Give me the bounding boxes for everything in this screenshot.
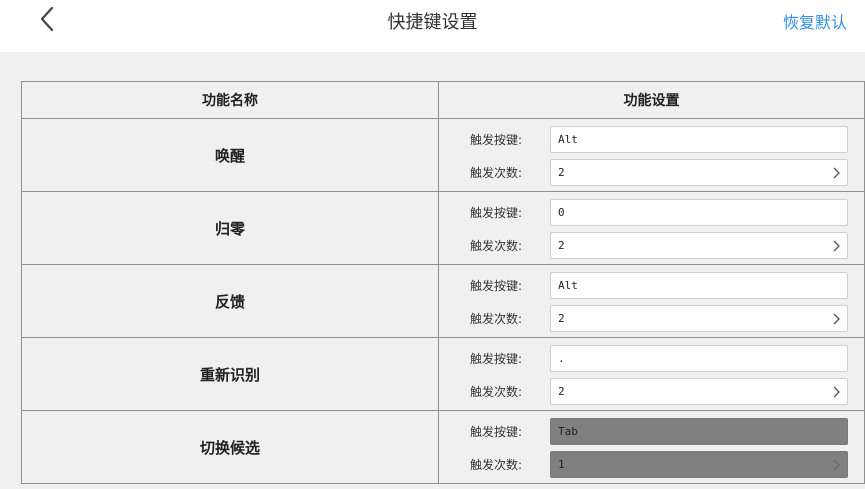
trigger-count-value: 2 — [558, 385, 565, 398]
function-settings: 触发按键: Tab 触发次数: 1 — [438, 410, 865, 484]
trigger-key-value: Alt — [558, 279, 578, 292]
chevron-right-icon — [833, 167, 840, 179]
function-settings: 触发按键: . 触发次数: 2 — [438, 337, 865, 411]
restore-default-button[interactable]: 恢复默认 — [783, 9, 847, 33]
trigger-count-select[interactable]: 2 — [550, 232, 848, 259]
trigger-key-input[interactable]: Alt — [550, 126, 848, 153]
trigger-count-label: 触发次数: — [470, 385, 523, 399]
trigger-key-value: Tab — [558, 425, 578, 438]
function-settings: 触发按键: 0 触发次数: 2 — [438, 191, 865, 265]
trigger-key-label: 触发按键: — [470, 133, 523, 147]
page-title: 快捷键设置 — [387, 12, 478, 33]
chevron-right-icon — [833, 313, 840, 325]
trigger-key-label: 触发按键: — [470, 425, 523, 439]
chevron-right-icon — [833, 459, 840, 471]
function-settings: 触发按键: Alt 触发次数: 2 — [438, 118, 865, 192]
trigger-count-select[interactable]: 2 — [550, 378, 848, 405]
trigger-count-value: 2 — [558, 239, 565, 252]
trigger-key-label: 触发按键: — [470, 352, 523, 366]
trigger-key-row: 触发按键: 0 — [470, 199, 848, 226]
trigger-key-row: 触发按键: . — [470, 345, 848, 372]
trigger-key-label: 触发按键: — [470, 279, 523, 293]
trigger-count-label: 触发次数: — [470, 458, 523, 472]
table-row: 切换候选 触发按键: Tab 触发次数: 1 — [21, 410, 865, 484]
trigger-key-value: . — [558, 352, 565, 365]
trigger-key-input[interactable]: . — [550, 345, 848, 372]
trigger-count-select: 1 — [550, 451, 848, 478]
trigger-count-row: 触发次数: 2 — [470, 305, 848, 332]
trigger-count-row: 触发次数: 2 — [470, 232, 848, 259]
chevron-right-icon — [833, 386, 840, 398]
function-name: 归零 — [21, 191, 439, 265]
trigger-count-select[interactable]: 2 — [550, 159, 848, 186]
header-bar: 快捷键设置 恢复默认 — [0, 0, 865, 52]
trigger-key-input: Tab — [550, 418, 848, 445]
trigger-key-row: 触发按键: Alt — [470, 272, 848, 299]
function-name: 反馈 — [21, 264, 439, 338]
trigger-count-label: 触发次数: — [470, 312, 523, 326]
trigger-key-value: 0 — [558, 206, 565, 219]
chevron-right-icon — [833, 240, 840, 252]
function-name: 切换候选 — [21, 410, 439, 484]
shortcut-table: 功能名称 功能设置 唤醒 触发按键: Alt 触发次数: 2 归零 触发按键: … — [21, 81, 865, 484]
trigger-key-row: 触发按键: Tab — [470, 418, 848, 445]
column-header-function-name: 功能名称 — [21, 81, 439, 119]
table-row: 反馈 触发按键: Alt 触发次数: 2 — [21, 264, 865, 338]
column-header-function-settings: 功能设置 — [438, 81, 865, 119]
trigger-key-row: 触发按键: Alt — [470, 126, 848, 153]
function-name: 重新识别 — [21, 337, 439, 411]
trigger-count-value: 2 — [558, 166, 565, 179]
table-row: 重新识别 触发按键: . 触发次数: 2 — [21, 337, 865, 411]
trigger-key-input[interactable]: Alt — [550, 272, 848, 299]
trigger-count-label: 触发次数: — [470, 239, 523, 253]
function-name: 唤醒 — [21, 118, 439, 192]
function-settings: 触发按键: Alt 触发次数: 2 — [438, 264, 865, 338]
table-header-row: 功能名称 功能设置 — [21, 81, 865, 119]
trigger-key-value: Alt — [558, 133, 578, 146]
table-row: 归零 触发按键: 0 触发次数: 2 — [21, 191, 865, 265]
trigger-count-value: 2 — [558, 312, 565, 325]
trigger-count-row: 触发次数: 2 — [470, 378, 848, 405]
trigger-count-select[interactable]: 2 — [550, 305, 848, 332]
trigger-count-value: 1 — [558, 458, 565, 471]
table-row: 唤醒 触发按键: Alt 触发次数: 2 — [21, 118, 865, 192]
trigger-key-label: 触发按键: — [470, 206, 523, 220]
trigger-count-label: 触发次数: — [470, 166, 523, 180]
trigger-key-input[interactable]: 0 — [550, 199, 848, 226]
trigger-count-row: 触发次数: 2 — [470, 159, 848, 186]
trigger-count-row: 触发次数: 1 — [470, 451, 848, 478]
